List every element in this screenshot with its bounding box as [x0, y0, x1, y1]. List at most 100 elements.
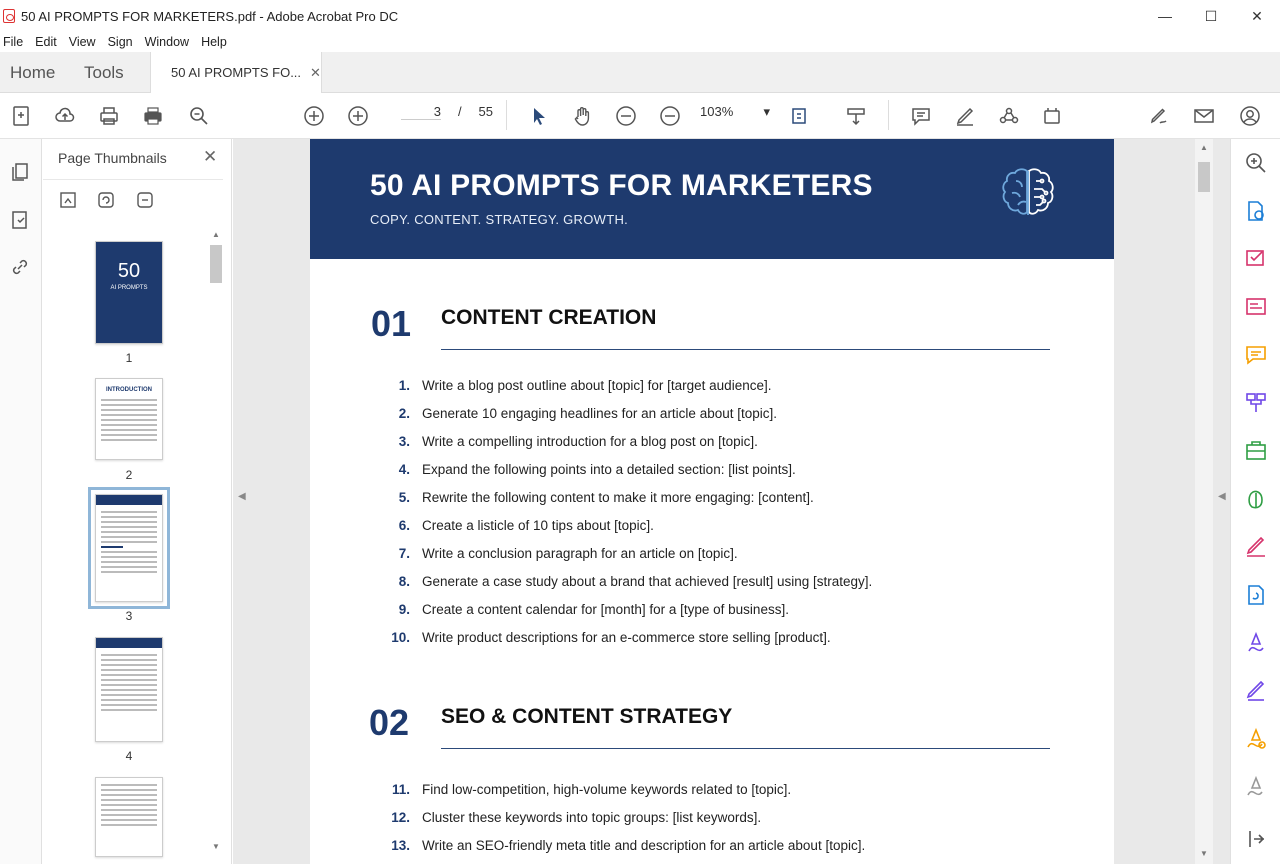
protect-icon[interactable]: [1244, 487, 1268, 511]
list-item: 11. Find low-competition, high-volume key…: [391, 782, 792, 797]
create-pdf-tool-icon[interactable]: [1244, 295, 1268, 319]
menu-sign[interactable]: Sign: [108, 35, 133, 49]
select-cursor-icon[interactable]: [527, 105, 551, 127]
thumbnail-page-5[interactable]: [95, 777, 163, 857]
delete-page-icon[interactable]: [135, 190, 155, 210]
chevron-down-icon: ▾: [763, 104, 770, 119]
thumbnail-cover-subtitle: AI PROMPTS: [110, 285, 148, 291]
comment-icon[interactable]: [909, 105, 933, 127]
document-scroll-thumb[interactable]: [1198, 162, 1210, 192]
tab-bar: Home Tools 50 AI PROMPTS FO... ✕: [0, 52, 1280, 93]
close-window-button[interactable]: ✕: [1234, 0, 1280, 32]
list-item: 9. Create a content calendar for [month] …: [398, 602, 789, 617]
organize-pages-icon[interactable]: [1244, 391, 1268, 415]
zoom-in-icon[interactable]: [658, 105, 682, 127]
stamp-icon[interactable]: [1040, 105, 1064, 127]
window-title: 50 AI PROMPTS FOR MARKETERS.pdf - Adobe …: [21, 8, 399, 24]
tab-tools[interactable]: Tools: [84, 63, 124, 83]
scroll-down-icon[interactable]: ▼: [212, 842, 220, 851]
tab-document[interactable]: 50 AI PROMPTS FO... ✕: [150, 52, 322, 93]
scroll-up-icon[interactable]: ▲: [1200, 143, 1208, 152]
main-toolbar: [0, 93, 1280, 139]
edit-pdf-icon[interactable]: [1244, 247, 1268, 271]
zoom-select[interactable]: 103% ▾: [700, 104, 770, 120]
scroll-up-icon[interactable]: ▲: [212, 230, 220, 239]
thumbnail-page-4[interactable]: [95, 637, 163, 742]
menu-window[interactable]: Window: [145, 35, 189, 49]
share-people-icon[interactable]: [997, 105, 1021, 127]
next-page-icon[interactable]: [346, 105, 370, 127]
insert-page-icon[interactable]: [58, 190, 78, 210]
comment-tool-icon[interactable]: [1244, 343, 1268, 367]
thumbnail-page-1[interactable]: 50 AI PROMPTS: [95, 241, 163, 344]
bookmarks-icon[interactable]: [9, 209, 31, 231]
list-item: 2. Generate 10 engaging headlines for an …: [398, 406, 777, 421]
export-pdf-icon[interactable]: [1244, 199, 1268, 223]
close-icon[interactable]: ✕: [203, 147, 217, 167]
page-display-icon[interactable]: [789, 105, 813, 127]
search-icon[interactable]: [187, 105, 211, 127]
combine-files-icon[interactable]: [1244, 439, 1268, 463]
scan-ocr-icon[interactable]: [1244, 583, 1268, 607]
title-bar: 50 AI PROMPTS FOR MARKETERS.pdf - Adobe …: [0, 0, 1280, 32]
panel-title: Page Thumbnails: [58, 150, 167, 166]
page-navigator: 3 / 55: [401, 104, 493, 120]
previous-page-icon[interactable]: [302, 105, 326, 127]
thumbnail-label: 3: [125, 609, 133, 623]
fill-sign-icon[interactable]: [1147, 105, 1171, 127]
hand-tool-icon[interactable]: [570, 105, 594, 127]
print-icon[interactable]: [141, 105, 165, 127]
account-icon[interactable]: [1238, 105, 1262, 127]
page-thumbnails-icon[interactable]: [9, 161, 31, 183]
more-tools-icon[interactable]: [1244, 775, 1268, 799]
thumbnail-label: 2: [125, 468, 133, 482]
pdf-page: 50 AI PROMPTS FOR MARKETERS COPY. CONTEN…: [310, 139, 1114, 864]
zoom-out-icon[interactable]: [614, 105, 638, 127]
fill-sign-tool-icon[interactable]: [1244, 535, 1268, 559]
highlight-pen-icon[interactable]: [953, 105, 977, 127]
section-divider: [441, 748, 1050, 749]
total-pages: 55: [478, 104, 493, 119]
thumbnail-page-2[interactable]: INTRODUCTION: [95, 378, 163, 460]
menu-view[interactable]: View: [69, 35, 96, 49]
collapse-tools-icon[interactable]: [1244, 827, 1268, 851]
rotate-page-icon[interactable]: [96, 190, 116, 210]
create-pdf-icon[interactable]: [9, 105, 33, 127]
banner-subtitle: COPY. CONTENT. STRATEGY. GROWTH.: [370, 212, 629, 227]
email-icon[interactable]: [1192, 105, 1216, 127]
current-page-input[interactable]: 3: [401, 104, 441, 120]
menu-file[interactable]: File: [3, 35, 23, 49]
document-viewport: ◀ 50 AI PROMPTS FOR MARKETERS COPY. CONT…: [233, 139, 1230, 864]
tab-home[interactable]: Home: [10, 63, 55, 83]
menu-edit[interactable]: Edit: [35, 35, 57, 49]
maximize-button[interactable]: ☐: [1188, 0, 1234, 32]
section-title: CONTENT CREATION: [441, 306, 657, 329]
print-setup-icon[interactable]: [97, 105, 121, 127]
collapse-right-panel-icon[interactable]: ◀: [1218, 491, 1226, 502]
thumbnail-scroll-thumb[interactable]: [210, 245, 222, 283]
thumbnail-label: 1: [125, 351, 133, 365]
scroll-mode-icon[interactable]: [844, 105, 868, 127]
attachments-link-icon[interactable]: [9, 256, 31, 278]
document-scrollbar[interactable]: ▲ ▼: [1195, 139, 1213, 864]
zoom-value: 103%: [700, 104, 734, 119]
toolbar-divider: [888, 100, 889, 130]
thumbnail-label: 4: [125, 749, 133, 763]
request-signatures-icon[interactable]: [1244, 631, 1268, 655]
cloud-upload-icon[interactable]: [53, 105, 77, 127]
zoom-search-icon[interactable]: [1244, 151, 1268, 175]
close-tab-icon[interactable]: ✕: [310, 65, 321, 81]
send-for-review-icon[interactable]: [1244, 727, 1268, 751]
thumbnail-page-3[interactable]: [88, 487, 170, 609]
scroll-down-icon[interactable]: ▼: [1200, 849, 1208, 858]
minimize-button[interactable]: —: [1142, 0, 1188, 32]
collapse-left-panel-icon[interactable]: ◀: [238, 491, 246, 502]
thumbnail-cover-number: 50: [117, 260, 141, 282]
list-item: 5. Rewrite the following content to make …: [398, 490, 814, 505]
certificates-icon[interactable]: [1244, 679, 1268, 703]
thumbnail-scrollbar[interactable]: ▲ ▼: [209, 230, 223, 855]
thumbnail-tools: [43, 179, 223, 215]
menu-help[interactable]: Help: [201, 35, 227, 49]
toolbar-divider: [506, 100, 507, 130]
list-item: 4. Expand the following points into a det…: [398, 462, 796, 477]
